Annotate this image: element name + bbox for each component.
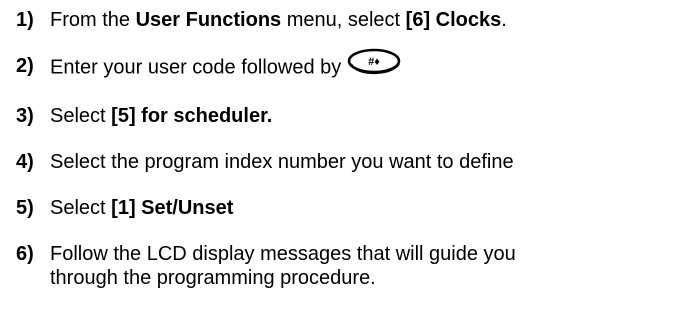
step-6: 6) Follow the LCD display messages that … bbox=[16, 242, 676, 290]
step-text-part: From the bbox=[50, 9, 136, 31]
hash-key-icon: #♦ bbox=[347, 46, 403, 82]
instruction-list: 1) From the User Functions menu, select … bbox=[16, 8, 676, 312]
step-text-line: Follow the LCD display messages that wil… bbox=[50, 243, 516, 265]
step-number: 5) bbox=[16, 197, 34, 219]
step-number: 1) bbox=[16, 9, 34, 31]
step-text: From the User Functions menu, select [6]… bbox=[50, 8, 676, 32]
menu-name: User Functions bbox=[135, 9, 282, 31]
step-text-part: . bbox=[501, 9, 507, 31]
step-text-part: Select bbox=[50, 197, 112, 219]
step-text-part: Select bbox=[50, 105, 112, 127]
step-number: 4) bbox=[16, 151, 34, 173]
step-4: 4) Select the program index number you w… bbox=[16, 150, 676, 174]
step-5: 5) Select [1] Set/Unset bbox=[16, 196, 676, 220]
step-text-part: menu, select bbox=[281, 9, 406, 31]
menu-option: [5] for scheduler. bbox=[111, 105, 273, 127]
step-1: 1) From the User Functions menu, select … bbox=[16, 8, 676, 32]
step-number: 2) bbox=[16, 55, 34, 77]
step-text: Select the program index number you want… bbox=[50, 151, 514, 173]
step-text: Follow the LCD display messages that wil… bbox=[50, 242, 676, 290]
step-3: 3) Select [5] for scheduler. bbox=[16, 104, 676, 128]
step-text: Select [5] for scheduler. bbox=[50, 104, 676, 128]
step-number: 3) bbox=[16, 105, 34, 127]
key-glyph: #♦ bbox=[368, 56, 380, 68]
step-2: 2) Enter your user code followed by #♦ bbox=[16, 48, 676, 82]
step-text: Enter your user code followed by #♦ bbox=[50, 48, 676, 82]
menu-option: [6] Clocks bbox=[405, 9, 502, 31]
step-number: 6) bbox=[16, 243, 34, 265]
step-text: Select [1] Set/Unset bbox=[50, 196, 676, 220]
step-text-part: Enter your user code followed by bbox=[50, 56, 342, 79]
step-text-line: through the programming procedure. bbox=[50, 267, 376, 289]
menu-option: [1] Set/Unset bbox=[111, 197, 234, 219]
